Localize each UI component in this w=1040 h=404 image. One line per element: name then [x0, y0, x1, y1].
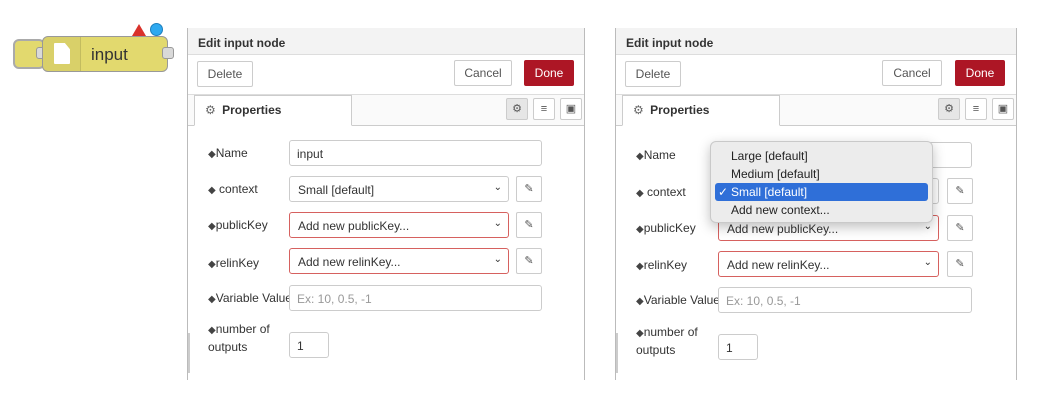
relinkey-label: ◆relinKey	[208, 256, 260, 270]
tag-icon: ◆	[636, 224, 644, 235]
edit-context-button[interactable]: ✎	[947, 178, 973, 204]
tab-bar: ⚙ Properties ⚙ ≡ ▣	[188, 95, 584, 126]
tray-toolbar: Delete Cancel Done	[616, 55, 1016, 95]
gear-icon: ⚙	[205, 103, 216, 117]
tray-resize-handle[interactable]	[188, 333, 190, 373]
context-option-small[interactable]: ✓ Small [default]	[715, 183, 928, 201]
checkmark-icon: ✓	[718, 185, 729, 199]
settings-gear-icon[interactable]: ⚙	[938, 98, 960, 120]
name-input[interactable]: input	[289, 140, 542, 166]
status-dot-icon	[150, 23, 163, 36]
cancel-button[interactable]: Cancel	[882, 60, 942, 86]
variable-value-label: ◆Variable Value	[208, 291, 292, 305]
done-button[interactable]: Done	[524, 60, 574, 86]
file-icon	[54, 43, 70, 64]
relinkey-select[interactable]: Add new relinKey... ⌄	[289, 248, 509, 274]
outputs-label: ◆number of outputs	[208, 322, 270, 354]
tag-icon: ◆	[208, 294, 216, 305]
edit-publickey-button[interactable]: ✎	[516, 212, 542, 238]
relinkey-label: ◆relinKey	[636, 258, 688, 272]
context-option-add-new[interactable]: Add new context...	[715, 201, 928, 219]
tag-icon: ◆	[636, 296, 644, 307]
tab-properties-label: Properties	[222, 103, 282, 117]
tag-icon: ◆	[636, 188, 644, 199]
tag-icon: ◆	[636, 151, 644, 162]
cancel-button[interactable]: Cancel	[454, 60, 512, 86]
edit-publickey-button[interactable]: ✎	[947, 215, 973, 241]
node-label: input	[91, 45, 128, 64]
context-dropdown-menu: Large [default] Medium [default] ✓ Small…	[710, 141, 933, 223]
tray-title: Edit input node	[616, 28, 1016, 55]
chevron-down-icon: ⌄	[493, 182, 502, 193]
outputs-label: ◆number of outputs	[636, 325, 698, 357]
chevron-down-icon: ⌄	[493, 254, 502, 265]
delete-button[interactable]: Delete	[625, 61, 681, 87]
tab-bar: ⚙ Properties ⚙ ≡ ▣	[616, 95, 1016, 126]
context-label: ◆ context	[636, 185, 686, 199]
gear-icon: ⚙	[633, 103, 644, 117]
tray-title: Edit input node	[188, 28, 584, 55]
context-option-medium[interactable]: Medium [default]	[715, 165, 928, 183]
warning-triangle-icon	[132, 24, 146, 36]
tab-properties[interactable]: ⚙ Properties	[194, 95, 352, 126]
variable-value-label: ◆Variable Value	[636, 293, 720, 307]
done-button[interactable]: Done	[955, 60, 1005, 86]
edit-tray-left: Edit input node Delete Cancel Done ⚙ Pro…	[187, 28, 585, 380]
layout-icon[interactable]: ▣	[560, 98, 582, 120]
edit-relinkey-button[interactable]: ✎	[947, 251, 973, 277]
document-icon[interactable]: ≡	[965, 98, 987, 120]
outputs-input[interactable]: 1	[718, 334, 758, 360]
tray-resize-handle[interactable]	[616, 333, 618, 373]
tab-properties[interactable]: ⚙ Properties	[622, 95, 780, 126]
settings-gear-icon[interactable]: ⚙	[506, 98, 528, 120]
context-option-large[interactable]: Large [default]	[715, 147, 928, 165]
tag-icon: ◆	[208, 259, 216, 270]
edit-relinkey-button[interactable]: ✎	[516, 248, 542, 274]
chevron-down-icon: ⌄	[923, 257, 932, 268]
input-node[interactable]: input	[42, 36, 168, 72]
tag-icon: ◆	[208, 185, 216, 196]
context-select[interactable]: Small [default]⌄	[289, 176, 509, 202]
name-label: ◆Name	[636, 148, 676, 162]
tag-icon: ◆	[208, 221, 216, 232]
tag-icon: ◆	[636, 328, 644, 339]
name-label: ◆Name	[208, 146, 248, 160]
node-icon-area	[43, 37, 81, 71]
publickey-label: ◆publicKey	[208, 218, 268, 232]
tag-icon: ◆	[208, 325, 216, 336]
variable-value-input[interactable]: Ex: 10, 0.5, -1	[718, 287, 972, 313]
edit-context-button[interactable]: ✎	[516, 176, 542, 202]
context-label: ◆ context	[208, 182, 258, 196]
publickey-label: ◆publicKey	[636, 221, 696, 235]
node-output-port[interactable]	[162, 47, 174, 59]
variable-value-input[interactable]: Ex: 10, 0.5, -1	[289, 285, 542, 311]
tag-icon: ◆	[208, 149, 216, 160]
tray-toolbar: Delete Cancel Done	[188, 55, 584, 95]
tag-icon: ◆	[636, 261, 644, 272]
tab-properties-label: Properties	[650, 103, 710, 117]
publickey-select[interactable]: Add new publicKey... ⌄	[289, 212, 509, 238]
document-icon[interactable]: ≡	[533, 98, 555, 120]
delete-button[interactable]: Delete	[197, 61, 253, 87]
layout-icon[interactable]: ▣	[992, 98, 1014, 120]
relinkey-select[interactable]: Add new relinKey... ⌄	[718, 251, 939, 277]
outputs-input[interactable]: 1	[289, 332, 329, 358]
chevron-down-icon: ⌄	[493, 218, 502, 229]
